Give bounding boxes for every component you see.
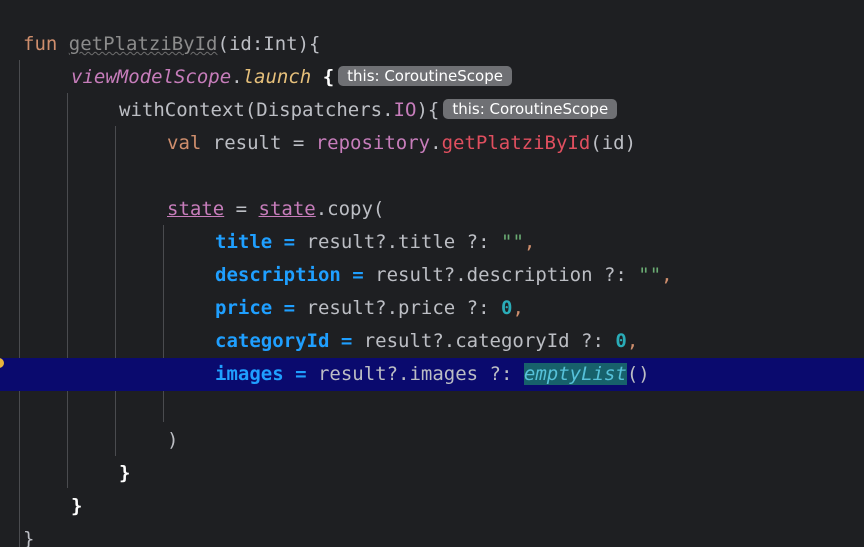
- code-line[interactable]: }: [0, 523, 864, 547]
- assign-operator: =: [224, 198, 259, 220]
- argument-expression: result?.categoryId ?:: [363, 330, 616, 352]
- code-line[interactable]: state = state.copy(: [0, 193, 864, 226]
- code-line[interactable]: }: [0, 490, 864, 523]
- number-literal: 0: [501, 297, 513, 319]
- dispatcher-io[interactable]: IO: [394, 99, 417, 121]
- empty-list-call[interactable]: emptyList: [523, 363, 627, 385]
- string-literal: "": [638, 264, 662, 286]
- dot-token: .: [231, 66, 243, 88]
- variable-decl: result =: [201, 132, 316, 154]
- state-variable[interactable]: state: [259, 198, 316, 220]
- copy-call[interactable]: .copy(: [316, 198, 385, 220]
- number-literal: 0: [615, 330, 627, 352]
- close-brace: }: [23, 528, 35, 547]
- close-brace: }: [71, 495, 83, 517]
- current-line[interactable]: images = result?.images ?: emptyList(): [0, 358, 864, 391]
- keyword-val: val: [167, 132, 202, 154]
- named-argument: title: [215, 231, 273, 253]
- assign-operator: =: [329, 330, 364, 352]
- named-argument: description: [215, 264, 341, 286]
- repository-method[interactable]: getPlatziById: [442, 132, 591, 154]
- comma: ,: [626, 330, 639, 352]
- assign-operator: =: [340, 264, 376, 286]
- state-variable[interactable]: state: [167, 198, 224, 220]
- code-line[interactable]: val result = repository.getPlatziById(id…: [0, 127, 864, 160]
- assign-operator: =: [272, 297, 307, 319]
- code-line[interactable]: ): [0, 424, 864, 457]
- close-paren: ): [167, 429, 179, 451]
- inlay-hint[interactable]: this: CoroutineScope: [443, 99, 618, 119]
- open-brace: {: [311, 66, 335, 88]
- function-name[interactable]: getPlatziById: [69, 33, 218, 55]
- comma: ,: [512, 297, 524, 319]
- argument-expression: result?.description ?:: [375, 264, 639, 286]
- code-line[interactable]: description = result?.description ?: "",: [0, 259, 864, 292]
- inlay-hint[interactable]: this: CoroutineScope: [338, 66, 512, 86]
- comma: ,: [523, 231, 536, 253]
- code-line[interactable]: withContext(Dispatchers.IO){this: Corout…: [0, 94, 864, 127]
- call-args: (id): [590, 132, 637, 154]
- comma: ,: [661, 264, 673, 286]
- argument-expression: result?.title ?:: [306, 231, 501, 253]
- open-brace: ){: [416, 99, 440, 121]
- named-argument: categoryId: [215, 330, 330, 352]
- dot-token: .: [430, 132, 442, 154]
- argument-expression: result?.price ?:: [306, 297, 501, 319]
- close-brace: }: [119, 462, 131, 484]
- repository-ref[interactable]: repository: [316, 132, 430, 154]
- code-line[interactable]: viewModelScope.launch {this: CoroutineSc…: [0, 61, 864, 94]
- code-line[interactable]: fun getPlatziById(id:Int){: [0, 28, 864, 61]
- code-line[interactable]: }: [0, 457, 864, 490]
- call-parens: (): [626, 363, 650, 385]
- with-context-call[interactable]: withContext(Dispatchers.: [119, 99, 394, 121]
- code-line[interactable]: title = result?.title ?: "",: [0, 226, 864, 259]
- keyword-fun: fun: [23, 33, 58, 55]
- launch-call[interactable]: launch: [243, 66, 312, 88]
- function-params: (id:Int){: [217, 33, 321, 55]
- code-line[interactable]: price = result?.price ?: 0,: [0, 292, 864, 325]
- string-literal: "": [501, 231, 524, 253]
- named-argument: images: [215, 363, 284, 385]
- code-line[interactable]: categoryId = result?.categoryId ?: 0,: [0, 325, 864, 358]
- assign-operator: =: [283, 363, 318, 385]
- assign-operator: =: [272, 231, 307, 253]
- code-editor[interactable]: fun getPlatziById(id:Int){ viewModelScop…: [0, 0, 864, 547]
- view-model-scope[interactable]: viewModelScope: [71, 66, 231, 88]
- argument-expression: result?.images ?:: [317, 363, 524, 385]
- named-argument: price: [215, 297, 273, 319]
